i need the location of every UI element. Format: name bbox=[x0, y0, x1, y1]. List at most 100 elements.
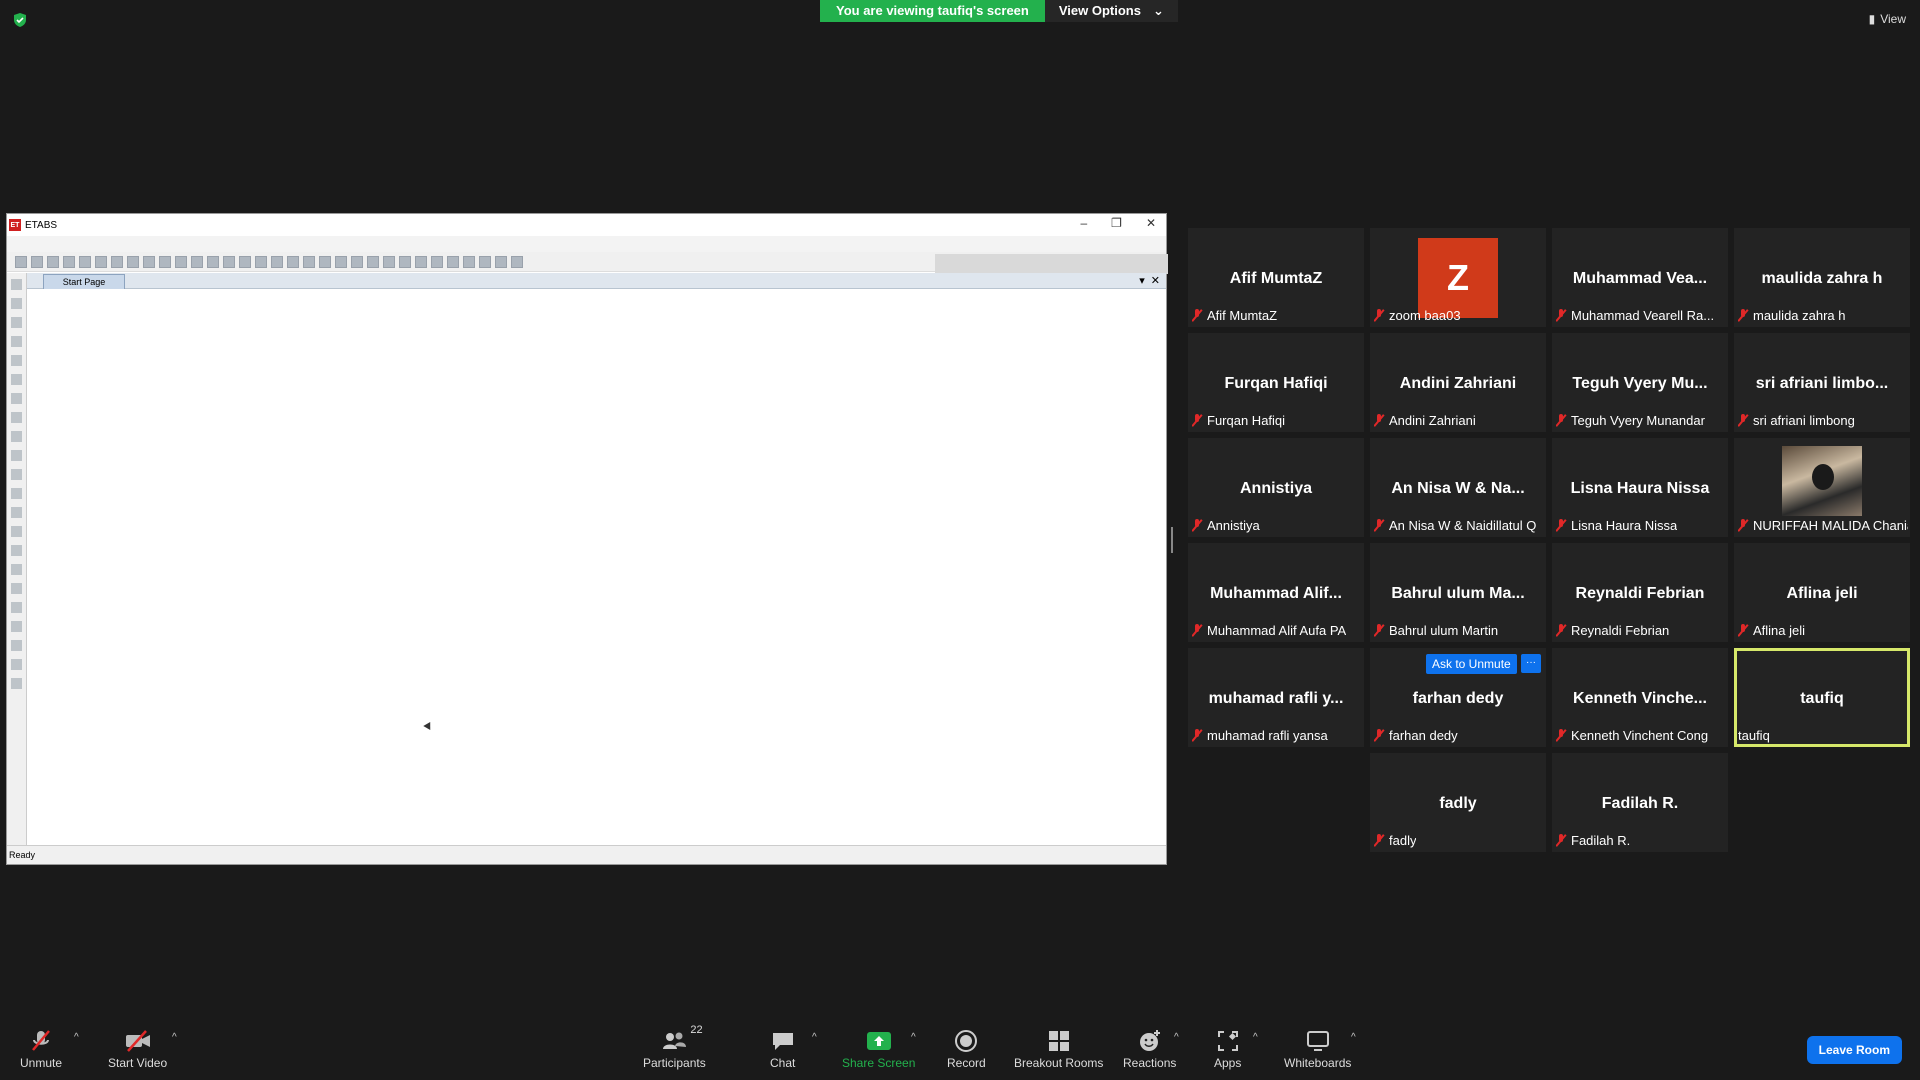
draw-grid-icon[interactable] bbox=[11, 583, 22, 594]
security-shield-icon[interactable] bbox=[12, 12, 28, 28]
set-display-icon[interactable] bbox=[351, 255, 363, 268]
draw-section-cut-icon[interactable] bbox=[11, 545, 22, 556]
minimize-icon[interactable]: – bbox=[1080, 216, 1087, 230]
participant-tile[interactable]: Reynaldi Febrian Reynaldi Febrian bbox=[1552, 543, 1728, 642]
beam-icon[interactable] bbox=[431, 255, 443, 268]
object-shrink-icon[interactable] bbox=[335, 255, 347, 268]
zoom-out-icon[interactable] bbox=[159, 255, 171, 268]
participant-tile[interactable]: Afif MumtaZ Afif MumtaZ bbox=[1188, 228, 1364, 327]
participant-tile[interactable]: farhan dedy Ask to Unmute ··· farhan dedy bbox=[1370, 648, 1546, 747]
draw-column-icon[interactable] bbox=[11, 355, 22, 366]
draw-joint-icon[interactable] bbox=[11, 317, 22, 328]
share-options-caret-icon[interactable]: ^ bbox=[911, 1032, 916, 1043]
pointer-icon[interactable] bbox=[11, 279, 22, 290]
zoom-full-icon[interactable] bbox=[175, 255, 187, 268]
participant-tile[interactable]: Bahrul ulum Ma... Bahrul ulum Martin bbox=[1370, 543, 1546, 642]
close-icon[interactable]: ✕ bbox=[1146, 216, 1156, 230]
rotate-icon[interactable] bbox=[271, 255, 283, 268]
draw-link-icon[interactable] bbox=[11, 488, 22, 499]
participant-tile[interactable]: Zzoom baa03 bbox=[1370, 228, 1546, 327]
draw-rectangle-icon[interactable] bbox=[11, 450, 22, 461]
breakout-rooms-button[interactable]: Breakout Rooms bbox=[1014, 1026, 1103, 1070]
3d-view-icon[interactable] bbox=[223, 255, 235, 268]
select-all-icon[interactable] bbox=[11, 659, 22, 670]
brace-icon[interactable] bbox=[415, 255, 427, 268]
participant-tile[interactable]: Teguh Vyery Mu... Teguh Vyery Munandar bbox=[1552, 333, 1728, 432]
draw-floor-icon[interactable] bbox=[11, 393, 22, 404]
participant-tile[interactable]: sri afriani limbo... sri afriani limbong bbox=[1734, 333, 1910, 432]
restraint-icon[interactable] bbox=[479, 255, 491, 268]
participant-tile[interactable]: muhamad rafli y... muhamad rafli yansa bbox=[1188, 648, 1364, 747]
undo-icon[interactable] bbox=[63, 255, 75, 268]
clear-selection-icon[interactable] bbox=[11, 678, 22, 689]
draw-tendon-icon[interactable] bbox=[11, 507, 22, 518]
pencil-icon[interactable] bbox=[95, 255, 107, 268]
apps-options-caret-icon[interactable]: ^ bbox=[1253, 1032, 1258, 1043]
participant-tile[interactable]: Muhammad Alif... Muhammad Alif Aufa PA bbox=[1188, 543, 1364, 642]
participant-tile[interactable]: Furqan Hafiqi Furqan Hafiqi bbox=[1188, 333, 1364, 432]
tab-start-page[interactable]: Start Page bbox=[43, 274, 125, 289]
more-options-icon[interactable]: ··· bbox=[1521, 654, 1541, 673]
participant-tile[interactable]: fadly fadly bbox=[1370, 753, 1546, 852]
wall-icon[interactable] bbox=[447, 255, 459, 268]
participant-tile[interactable]: An Nisa W & Na... An Nisa W & Naidillatul… bbox=[1370, 438, 1546, 537]
participant-tile[interactable]: Aflina jeli Aflina jeli bbox=[1734, 543, 1910, 642]
participants-button[interactable]: 22 Participants bbox=[643, 1024, 706, 1070]
move-up-icon[interactable] bbox=[303, 255, 315, 268]
start-video-button[interactable]: Start Video bbox=[108, 1026, 167, 1070]
whiteboards-options-caret-icon[interactable]: ^ bbox=[1351, 1032, 1356, 1043]
draw-beam-icon[interactable] bbox=[11, 336, 22, 347]
audio-options-caret-icon[interactable]: ^ bbox=[74, 1032, 79, 1043]
draw-opening-icon[interactable] bbox=[11, 431, 22, 442]
chat-button[interactable]: Chat bbox=[770, 1026, 795, 1070]
reactions-button[interactable]: Reactions bbox=[1123, 1026, 1176, 1070]
panel-splitter-handle[interactable] bbox=[1171, 527, 1173, 553]
draw-wall-icon[interactable] bbox=[11, 412, 22, 423]
participant-tile[interactable]: Kenneth Vinche... Kenneth Vinchent Cong bbox=[1552, 648, 1728, 747]
video-options-caret-icon[interactable]: ^ bbox=[172, 1032, 177, 1043]
participant-tile[interactable]: Fadilah R. Fadilah R. bbox=[1552, 753, 1728, 852]
whiteboards-button[interactable]: Whiteboards bbox=[1284, 1026, 1351, 1070]
assign-icon[interactable] bbox=[383, 255, 395, 268]
zoom-in-icon[interactable] bbox=[143, 255, 155, 268]
participant-tile[interactable]: Lisna Haura Nissa Lisna Haura Nissa bbox=[1552, 438, 1728, 537]
restore-icon[interactable]: ❐ bbox=[1111, 216, 1122, 230]
column-icon[interactable] bbox=[463, 255, 475, 268]
releases-icon[interactable] bbox=[495, 255, 507, 268]
participant-tile[interactable]: taufiq taufiq bbox=[1734, 648, 1910, 747]
run-icon[interactable] bbox=[111, 255, 123, 268]
frame-icon[interactable] bbox=[399, 255, 411, 268]
reactions-options-caret-icon[interactable]: ^ bbox=[1174, 1032, 1179, 1043]
save-icon[interactable] bbox=[47, 255, 59, 268]
pan-icon[interactable] bbox=[207, 255, 219, 268]
reshape-icon[interactable] bbox=[11, 298, 22, 309]
draw-strip-icon[interactable] bbox=[11, 602, 22, 613]
draw-polygon-icon[interactable] bbox=[11, 469, 22, 480]
elevation-view-icon[interactable] bbox=[255, 255, 267, 268]
tab-dropdown-icon[interactable]: ▾ bbox=[1139, 274, 1145, 287]
perspective-icon[interactable] bbox=[287, 255, 299, 268]
zoom-window-icon[interactable] bbox=[127, 255, 139, 268]
participant-tile[interactable]: Annistiya Annistiya bbox=[1188, 438, 1364, 537]
redo-icon[interactable] bbox=[79, 255, 91, 268]
draw-dimension-icon[interactable] bbox=[11, 526, 22, 537]
view-button[interactable]: ▮ View bbox=[1869, 12, 1906, 26]
draw-reference-point-icon[interactable] bbox=[11, 564, 22, 575]
etabs-start-page-content[interactable] bbox=[27, 289, 1166, 847]
participant-tile[interactable]: NURIFFAH MALIDA Chania bbox=[1734, 438, 1910, 537]
grid-icon[interactable] bbox=[511, 255, 523, 268]
apps-button[interactable]: Apps bbox=[1214, 1026, 1241, 1070]
display-options-icon[interactable] bbox=[367, 255, 379, 268]
participant-tile[interactable]: Muhammad Vea... Muhammad Vearell Ra... bbox=[1552, 228, 1728, 327]
record-button[interactable]: Record bbox=[947, 1026, 986, 1070]
draw-wall-stack-icon[interactable] bbox=[11, 621, 22, 632]
leave-room-button[interactable]: Leave Room bbox=[1806, 1036, 1902, 1064]
share-screen-button[interactable]: Share Screen bbox=[842, 1026, 915, 1070]
chat-options-caret-icon[interactable]: ^ bbox=[812, 1032, 817, 1043]
open-icon[interactable] bbox=[31, 255, 43, 268]
view-options-button[interactable]: View Options ⌄ bbox=[1044, 0, 1178, 22]
move-down-icon[interactable] bbox=[319, 255, 331, 268]
participant-tile[interactable]: Andini Zahriani Andini Zahriani bbox=[1370, 333, 1546, 432]
snap-icon[interactable] bbox=[11, 640, 22, 651]
zoom-previous-icon[interactable] bbox=[191, 255, 203, 268]
